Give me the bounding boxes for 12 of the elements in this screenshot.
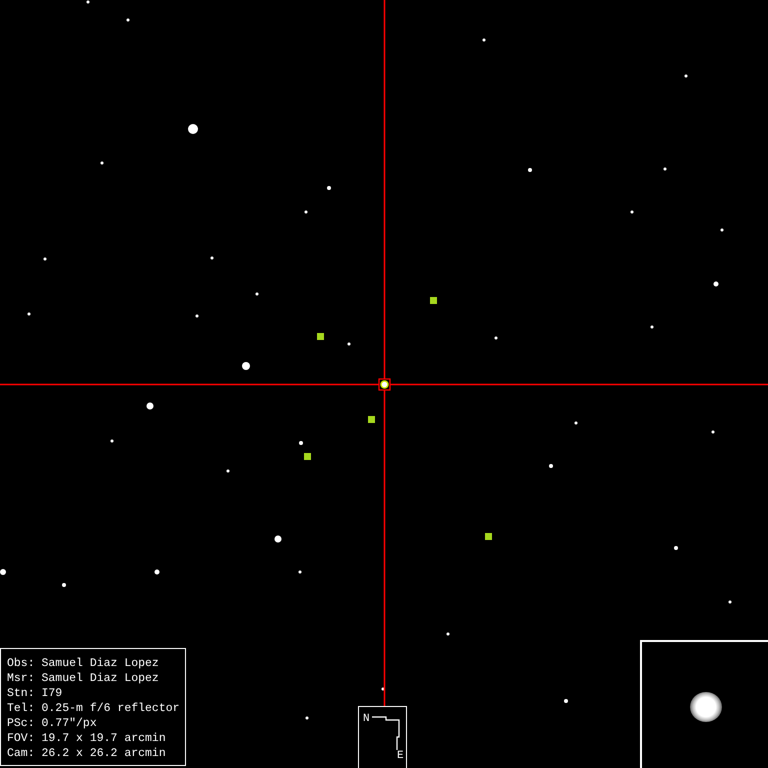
compass-axes-icon <box>371 715 401 751</box>
north-label: N <box>363 713 370 725</box>
target-marker-icon <box>378 378 391 391</box>
info-line: Cam: 26.2 x 26.2 arcmin <box>7 746 167 761</box>
info-line: PSc: 0.77"/px <box>7 716 98 731</box>
info-line: Tel: 0.25-m f/6 reflector <box>7 701 181 716</box>
info-line: Msr: Samuel Diaz Lopez <box>7 671 160 686</box>
info-line: FOV: 19.7 x 19.7 arcmin <box>7 731 167 746</box>
info-line: Stn: I79 <box>7 686 64 701</box>
east-label: E <box>397 750 404 762</box>
zoomed-star-photo <box>690 692 722 722</box>
info-line: Obs: Samuel Diaz Lopez <box>7 656 160 671</box>
